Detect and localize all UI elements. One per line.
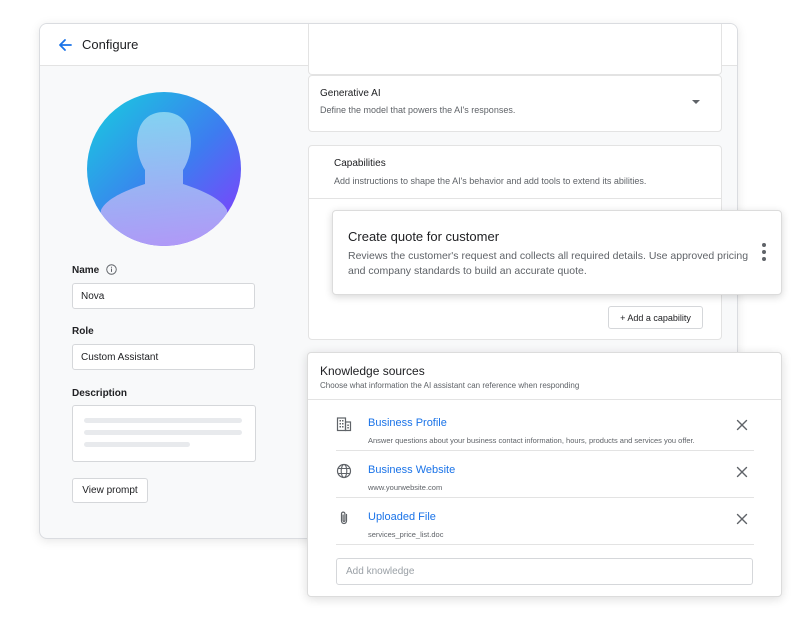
- knowledge-item: Business Website www.yourwebsite.com: [336, 451, 754, 498]
- add-capability-button[interactable]: + Add a capability: [608, 306, 703, 329]
- generative-ai-title: Generative AI: [320, 88, 381, 99]
- knowledge-sources-panel: Knowledge sources Choose what informatio…: [307, 352, 782, 597]
- generative-ai-card[interactable]: Generative AI Define the model that powe…: [308, 75, 722, 132]
- knowledge-item-detail: services_price_list.doc: [368, 530, 444, 539]
- paperclip-icon: [340, 511, 348, 525]
- knowledge-item-detail: www.yourwebsite.com: [368, 483, 443, 492]
- capabilities-subtitle: Add instructions to shape the AI's behav…: [334, 176, 647, 186]
- add-knowledge-input[interactable]: [336, 558, 753, 585]
- role-field[interactable]: Custom Assistant: [72, 344, 255, 370]
- more-options-icon[interactable]: [759, 243, 769, 265]
- knowledge-item-name[interactable]: Business Website: [368, 464, 455, 476]
- knowledge-item-name[interactable]: Business Profile: [368, 417, 447, 429]
- knowledge-item: Business Profile Answer questions about …: [336, 404, 754, 451]
- avatar: [87, 92, 241, 246]
- capability-item[interactable]: Create quote for customer Reviews the cu…: [332, 210, 782, 295]
- role-label: Role: [72, 326, 94, 337]
- capability-title: Create quote for customer: [348, 229, 500, 244]
- capabilities-title: Capabilities: [334, 158, 386, 169]
- knowledge-title: Knowledge sources: [320, 364, 425, 378]
- divider: [308, 399, 781, 400]
- back-arrow-icon[interactable]: [56, 36, 74, 54]
- capability-description: Reviews the customer's request and colle…: [348, 250, 749, 277]
- knowledge-item-detail: Answer questions about your business con…: [368, 436, 695, 445]
- close-icon[interactable]: [736, 513, 748, 525]
- description-label: Description: [72, 388, 128, 399]
- knowledge-item-name[interactable]: Uploaded File: [368, 511, 436, 523]
- name-label: Name: [72, 264, 117, 276]
- divider: [309, 198, 721, 199]
- placeholder-line: [84, 430, 242, 435]
- description-field[interactable]: [72, 405, 256, 462]
- close-icon[interactable]: [736, 466, 748, 478]
- collapsed-card-top: [308, 24, 722, 75]
- generative-ai-subtitle: Define the model that powers the AI's re…: [320, 105, 516, 115]
- info-icon[interactable]: [106, 264, 117, 275]
- placeholder-line: [84, 418, 242, 423]
- globe-icon: [336, 463, 352, 479]
- knowledge-item: Uploaded File services_price_list.doc: [336, 498, 754, 545]
- chevron-down-icon[interactable]: [691, 98, 701, 106]
- building-icon: [336, 417, 352, 432]
- knowledge-subtitle: Choose what information the AI assistant…: [320, 381, 580, 390]
- name-field[interactable]: Nova: [72, 283, 255, 309]
- placeholder-line: [84, 442, 190, 447]
- close-icon[interactable]: [736, 419, 748, 431]
- view-prompt-button[interactable]: View prompt: [72, 478, 148, 503]
- page-title: Configure: [82, 37, 139, 52]
